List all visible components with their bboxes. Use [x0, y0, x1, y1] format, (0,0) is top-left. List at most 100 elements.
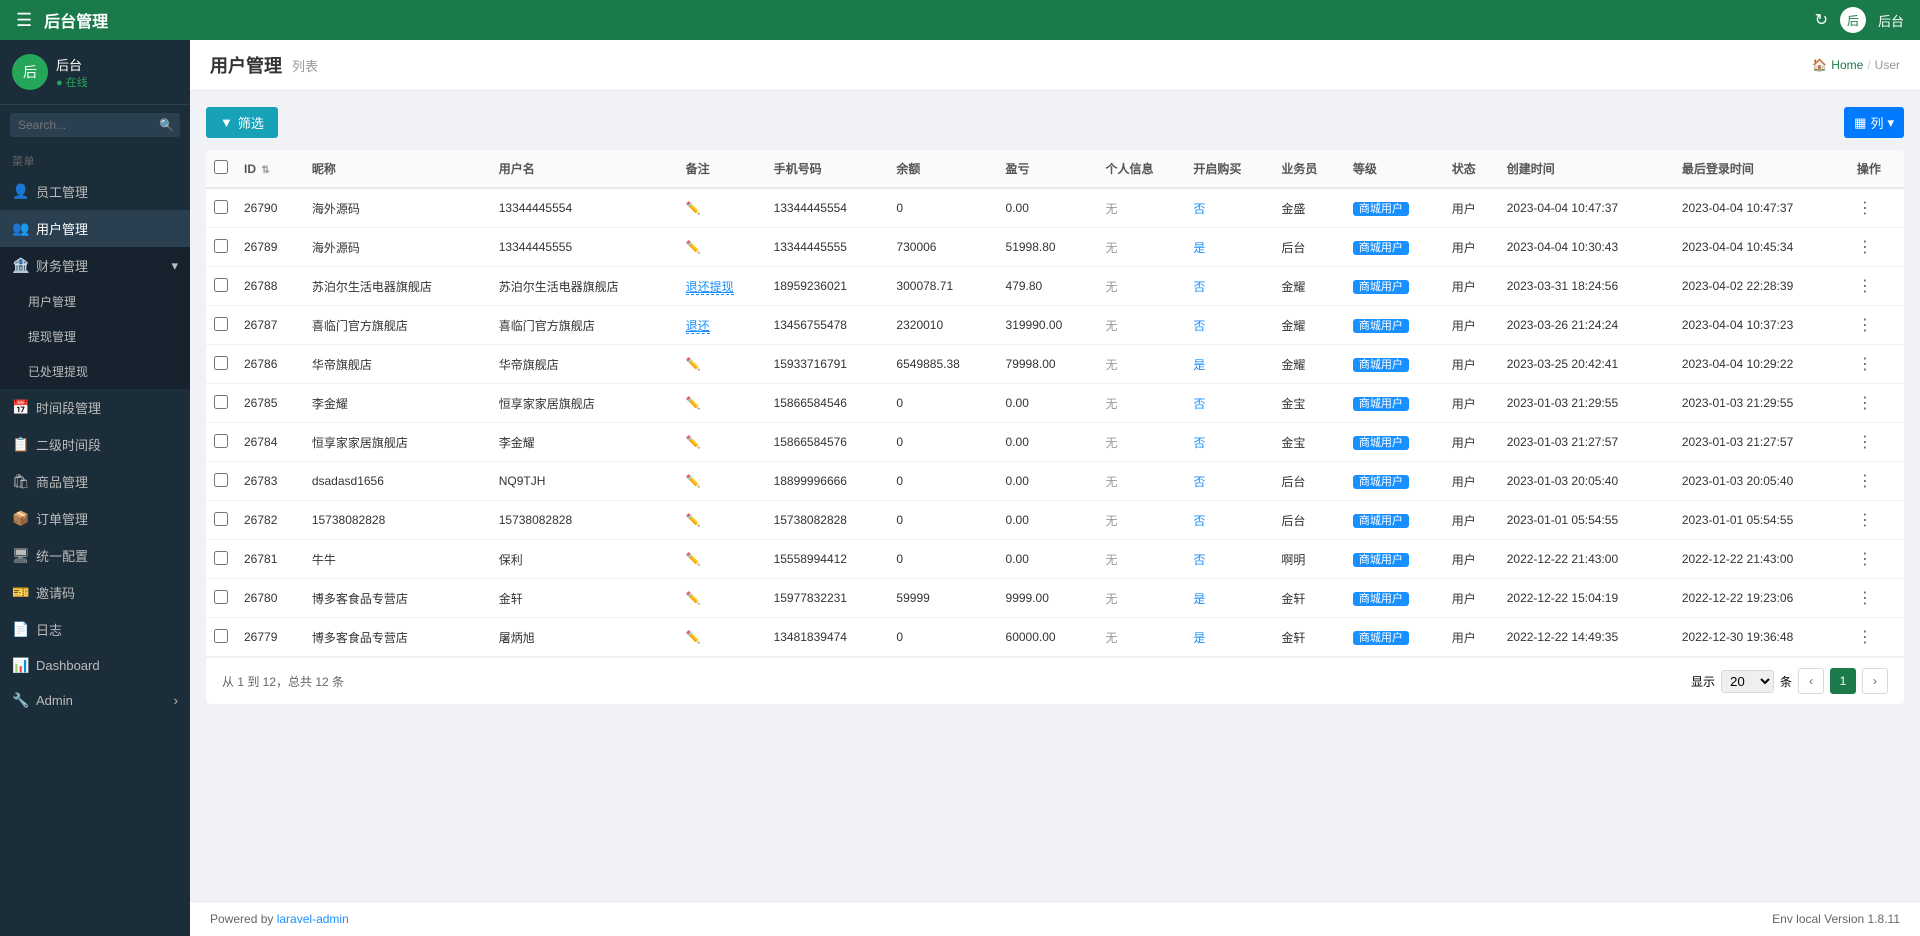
action-menu-icon[interactable]: ⋮: [1857, 434, 1873, 451]
cell-buy[interactable]: 否: [1185, 306, 1273, 345]
cell-info: 无: [1097, 267, 1185, 306]
action-menu-icon[interactable]: ⋮: [1857, 590, 1873, 607]
action-menu-icon[interactable]: ⋮: [1857, 317, 1873, 334]
cell-buy[interactable]: 否: [1185, 267, 1273, 306]
cell-buy[interactable]: 否: [1185, 384, 1273, 423]
sidebar-item-fin-withdraw[interactable]: 提现管理: [0, 319, 190, 354]
note-edit-icon[interactable]: ✏️: [686, 630, 701, 644]
sidebar-item-user[interactable]: 👥 用户管理: [0, 210, 190, 247]
sidebar-item-log[interactable]: 📄 日志: [0, 611, 190, 648]
sidebar-item-fin-user[interactable]: 用户管理: [0, 284, 190, 319]
sidebar-item-goods[interactable]: 🛍 商品管理: [0, 463, 190, 500]
sidebar-item-timeslot[interactable]: 📅 时间段管理: [0, 389, 190, 426]
action-menu-icon[interactable]: ⋮: [1857, 551, 1873, 568]
note-edit-icon[interactable]: ✏️: [686, 591, 701, 605]
col-id[interactable]: ID ⇅: [236, 150, 304, 188]
next-page-button[interactable]: ›: [1862, 668, 1888, 694]
cell-buy[interactable]: 否: [1185, 462, 1273, 501]
action-menu-icon[interactable]: ⋮: [1857, 395, 1873, 412]
note-edit-icon[interactable]: ✏️: [686, 357, 701, 371]
prev-page-button[interactable]: ‹: [1798, 668, 1824, 694]
search-input[interactable]: [10, 113, 180, 137]
filter-button[interactable]: ▼ 筛选: [206, 107, 278, 138]
dashboard-icon: 📊: [12, 657, 28, 674]
col-chevron: ▾: [1887, 115, 1894, 131]
sidebar-item-admin[interactable]: 🔧 Admin ›: [0, 683, 190, 718]
sidebar-item-fin-done[interactable]: 已处理提现: [0, 354, 190, 389]
cell-id: 26780: [236, 579, 304, 618]
cell-buy[interactable]: 是: [1185, 618, 1273, 657]
note-edit-icon[interactable]: ✏️: [686, 474, 701, 488]
action-menu-icon[interactable]: ⋮: [1857, 629, 1873, 646]
row-checkbox[interactable]: [214, 473, 228, 487]
per-page-select[interactable]: 20 50 100: [1721, 670, 1774, 693]
col-note: 备注: [678, 150, 766, 188]
cell-nickname: 牛牛: [304, 540, 491, 579]
sidebar-item-timeslot2[interactable]: 📋 二级时间段: [0, 426, 190, 463]
column-button[interactable]: ▦ 列 ▾: [1844, 107, 1904, 138]
cell-balance: 0: [888, 384, 997, 423]
sidebar-staff-label: 员工管理: [36, 182, 88, 201]
action-menu-icon[interactable]: ⋮: [1857, 512, 1873, 529]
cell-buy[interactable]: 是: [1185, 345, 1273, 384]
row-checkbox[interactable]: [214, 395, 228, 409]
row-checkbox[interactable]: [214, 551, 228, 565]
cell-phone: 15866584546: [766, 384, 889, 423]
cell-nickname: 李金耀: [304, 384, 491, 423]
action-menu-icon[interactable]: ⋮: [1857, 278, 1873, 295]
page-1-button[interactable]: 1: [1830, 668, 1856, 694]
level-badge: 商城用户: [1353, 514, 1409, 528]
row-checkbox[interactable]: [214, 434, 228, 448]
cell-buy[interactable]: 是: [1185, 228, 1273, 267]
header-username[interactable]: 后台: [1878, 11, 1904, 30]
row-checkbox[interactable]: [214, 239, 228, 253]
row-checkbox-cell: [206, 462, 236, 501]
cell-buy[interactable]: 否: [1185, 423, 1273, 462]
note-edit-icon[interactable]: ✏️: [686, 396, 701, 410]
action-menu-icon[interactable]: ⋮: [1857, 200, 1873, 217]
row-checkbox[interactable]: [214, 278, 228, 292]
note-edit-icon[interactable]: ✏️: [686, 552, 701, 566]
cell-buy[interactable]: 是: [1185, 579, 1273, 618]
laravel-admin-link[interactable]: laravel-admin: [277, 912, 349, 926]
cell-nickname: 海外源码: [304, 188, 491, 228]
note-link[interactable]: 退还提现: [686, 280, 734, 295]
sidebar-item-finance[interactable]: 🏦 财务管理 ▾: [0, 247, 190, 284]
cell-id: 26787: [236, 306, 304, 345]
action-menu-icon[interactable]: ⋮: [1857, 239, 1873, 256]
hamburger-icon[interactable]: ☰: [16, 10, 32, 31]
note-edit-icon[interactable]: ✏️: [686, 201, 701, 215]
row-checkbox[interactable]: [214, 512, 228, 526]
sidebar-item-config[interactable]: 🖥 统一配置: [0, 537, 190, 574]
user-avatar[interactable]: 后: [1840, 7, 1866, 33]
row-checkbox[interactable]: [214, 317, 228, 331]
chevron-icon: ▾: [171, 258, 178, 274]
cell-phone: 13344445555: [766, 228, 889, 267]
row-checkbox[interactable]: [214, 629, 228, 643]
cell-created: 2023-01-01 05:54:55: [1499, 501, 1674, 540]
row-checkbox[interactable]: [214, 200, 228, 214]
row-checkbox[interactable]: [214, 356, 228, 370]
note-link[interactable]: 退还: [686, 319, 710, 334]
row-checkbox[interactable]: [214, 590, 228, 604]
sidebar-item-invite[interactable]: 🎫 邀请码: [0, 574, 190, 611]
note-edit-icon[interactable]: ✏️: [686, 513, 701, 527]
cell-balance: 0: [888, 462, 997, 501]
cell-balance: 0: [888, 618, 997, 657]
sidebar-item-staff[interactable]: 👤 员工管理: [0, 173, 190, 210]
breadcrumb-home[interactable]: Home: [1831, 58, 1863, 72]
row-checkbox-cell: [206, 228, 236, 267]
select-all-checkbox[interactable]: [214, 160, 228, 174]
cell-buy[interactable]: 否: [1185, 188, 1273, 228]
sidebar-item-dashboard[interactable]: 📊 Dashboard: [0, 648, 190, 683]
action-menu-icon[interactable]: ⋮: [1857, 473, 1873, 490]
cell-buy[interactable]: 否: [1185, 540, 1273, 579]
action-menu-icon[interactable]: ⋮: [1857, 356, 1873, 373]
cell-action: ⋮: [1849, 579, 1904, 618]
note-edit-icon[interactable]: ✏️: [686, 435, 701, 449]
note-edit-icon[interactable]: ✏️: [686, 240, 701, 254]
sidebar-item-orders[interactable]: 📦 订单管理: [0, 500, 190, 537]
refresh-icon[interactable]: ↻: [1815, 10, 1828, 30]
row-checkbox-cell: [206, 384, 236, 423]
cell-buy[interactable]: 否: [1185, 501, 1273, 540]
